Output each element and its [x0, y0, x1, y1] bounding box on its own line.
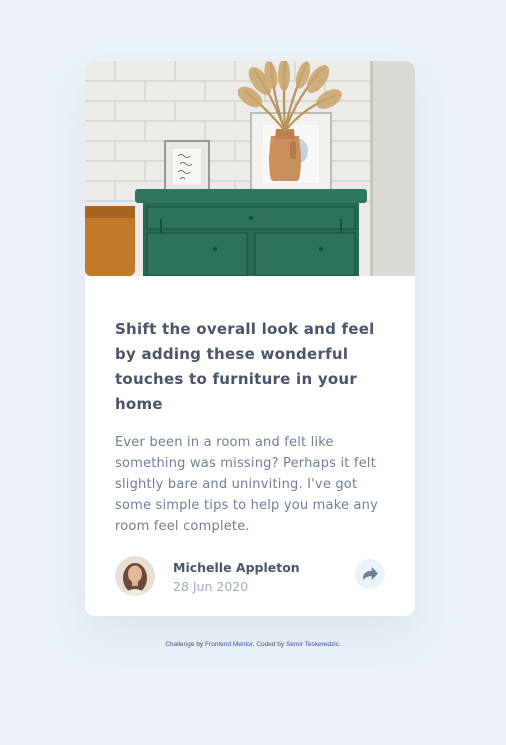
author-row: Michelle Appleton 28 Jun 2020: [115, 556, 385, 596]
article-content: Shift the overall look and feel by addin…: [115, 317, 390, 537]
article-title[interactable]: Shift the overall look and feel by addin…: [115, 317, 390, 417]
attribution: Challenge by Frontend Mentor. Coded by S…: [0, 641, 506, 648]
article-card: Shift the overall look and feel by addin…: [85, 61, 415, 616]
avatar: [115, 556, 155, 596]
publish-date: 28 Jun 2020: [173, 579, 249, 594]
attribution-prefix: Challenge by: [165, 641, 204, 648]
share-button[interactable]: [355, 559, 385, 589]
share-icon: [362, 565, 378, 584]
attribution-suffix: .: [338, 641, 341, 648]
author-name: Michelle Appleton: [173, 560, 300, 575]
attribution-middle: . Coded by: [252, 641, 285, 648]
article-image: [85, 61, 415, 276]
article-excerpt: Ever been in a room and felt like someth…: [115, 435, 378, 534]
frontend-mentor-link[interactable]: Frontend Mentor: [205, 641, 253, 648]
author-profile-link[interactable]: Semir Teskeredzic: [286, 641, 339, 648]
